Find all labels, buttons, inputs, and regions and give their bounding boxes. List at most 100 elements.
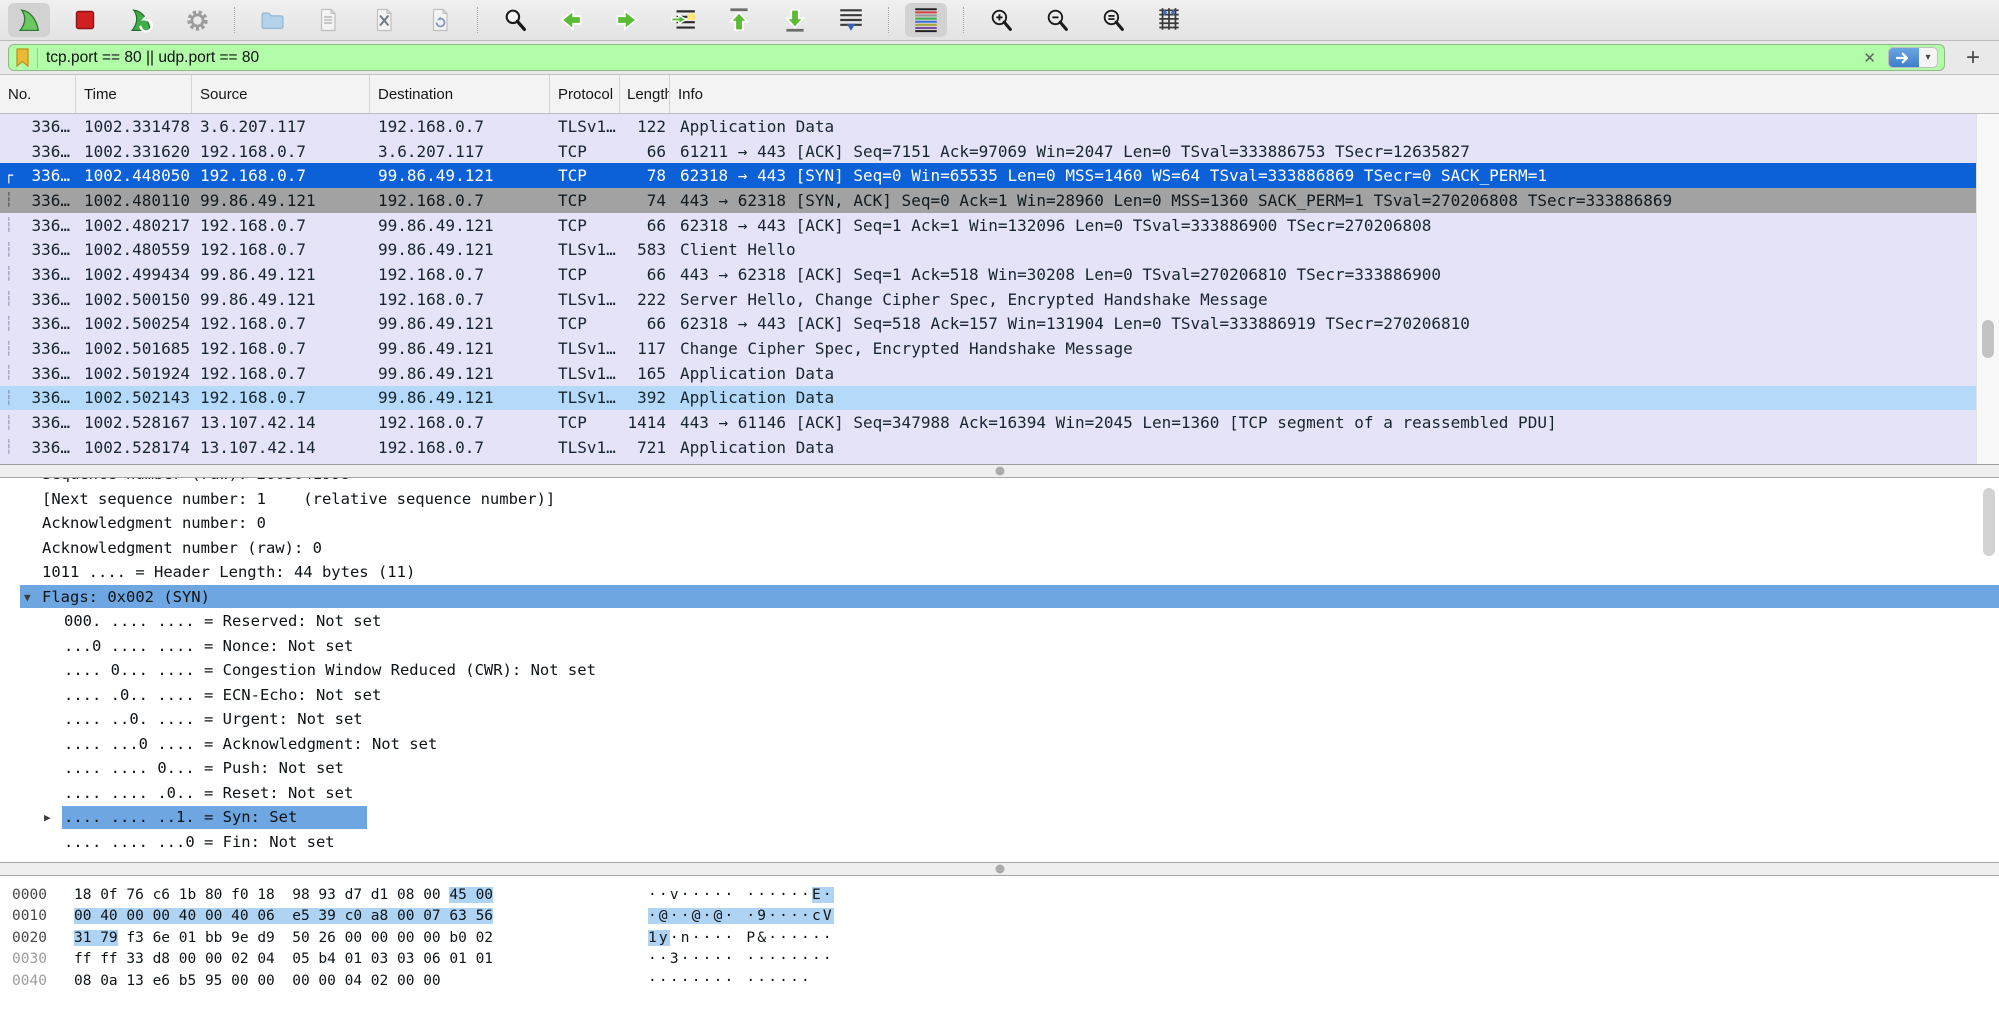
column-header-time[interactable]: Time (76, 75, 192, 113)
hex-row[interactable]: 000018 0f 76 c6 1b 80 f0 18 98 93 d7 d1 … (0, 884, 1999, 906)
packet-cell-dst: 99.86.49.121 (370, 216, 550, 235)
detail-row[interactable]: 000. .... .... = Reserved: Not set (0, 609, 1999, 634)
column-header-info[interactable]: Info (670, 75, 1999, 113)
detail-row[interactable]: ▶.... .... ..1. = Syn: Set (0, 805, 1999, 830)
packet-cell-len: 74 (620, 191, 670, 210)
packet-cell-len: 222 (620, 290, 670, 309)
column-header-destination[interactable]: Destination (370, 75, 550, 113)
packet-row[interactable]: ┆336…1002.502143192.168.0.799.86.49.121T… (0, 386, 1999, 411)
auto-scroll-button[interactable] (830, 3, 872, 37)
detail-row[interactable]: Sequence number (raw): 2605041998 (0, 478, 1999, 487)
hex-offset: 0040 (12, 973, 58, 989)
collapse-arrow-icon[interactable]: ▼ (24, 591, 31, 604)
capture-options-button[interactable] (176, 3, 218, 37)
packet-cell-dst: 192.168.0.7 (370, 265, 550, 284)
column-header-source[interactable]: Source (192, 75, 370, 113)
zoom-out-button[interactable] (1036, 3, 1078, 37)
packet-detail-pane: Sequence number (raw): 2605041998[Next s… (0, 478, 1999, 863)
packet-row[interactable]: ┆336…1002.52817413.107.42.14192.168.0.7T… (0, 435, 1999, 460)
packet-cell-no: 336… (18, 290, 76, 309)
close-capture-file-button[interactable] (363, 3, 405, 37)
save-capture-file-button[interactable] (307, 3, 349, 37)
filter-expression-text[interactable]: tcp.port == 80 || udp.port == 80 (46, 49, 1851, 67)
pane-splitter-bottom[interactable] (0, 863, 1999, 876)
packet-row[interactable]: ┆336…1002.50015099.86.49.121192.168.0.7T… (0, 287, 1999, 312)
packet-row[interactable]: ┆336…1002.480559192.168.0.799.86.49.121T… (0, 237, 1999, 262)
filter-bookmark-icon[interactable] (15, 48, 38, 68)
hex-row[interactable]: 001000 40 00 00 40 00 40 06 e5 39 c0 a8 … (0, 906, 1999, 928)
filter-dropdown-caret[interactable]: ▾ (1919, 52, 1937, 63)
packet-cell-src: 192.168.0.7 (192, 388, 370, 407)
go-previous-packet-button[interactable] (550, 3, 592, 37)
packet-cell-info: Application Data (670, 438, 1999, 457)
detail-row[interactable]: .... ...0 .... = Acknowledgment: Not set (0, 732, 1999, 757)
display-filter-input[interactable]: tcp.port == 80 || udp.port == 80 ✕ ▾ (8, 44, 1945, 71)
reload-file-icon (427, 7, 453, 33)
go-to-packet-button[interactable] (662, 3, 704, 37)
detail-row[interactable]: .... .0.. .... = ECN-Echo: Not set (0, 683, 1999, 708)
packet-row[interactable]: ┆336…1002.501685192.168.0.799.86.49.121T… (0, 336, 1999, 361)
column-header-protocol[interactable]: Protocol (550, 75, 620, 113)
wireshark-window: tcp.port == 80 || udp.port == 80 ✕ ▾ + N… (0, 0, 1999, 1018)
restart-capture-button[interactable] (120, 3, 162, 37)
hex-offset: 0020 (12, 930, 58, 946)
detail-row[interactable]: ▼Flags: 0x002 (SYN) (0, 585, 1999, 610)
packet-row[interactable]: ┆336…1002.52816713.107.42.14192.168.0.7T… (0, 410, 1999, 435)
hex-bytes: 31 79 f3 6e 01 bb 9e d9 50 26 00 00 00 0… (74, 930, 512, 946)
packet-row[interactable]: ┌336…1002.448050192.168.0.799.86.49.121T… (0, 163, 1999, 188)
detail-scrollbar-thumb[interactable] (1983, 488, 1995, 556)
reload-capture-file-button[interactable] (419, 3, 461, 37)
colorize-button[interactable] (905, 3, 947, 37)
pane-splitter-top[interactable] (0, 465, 1999, 478)
packet-row[interactable]: ┆336…1002.501924192.168.0.799.86.49.121T… (0, 361, 1999, 386)
hex-row[interactable]: 0030ff ff 33 d8 00 00 02 04 05 b4 01 03 … (0, 949, 1999, 971)
packet-row[interactable]: ┆336…1002.49943499.86.49.121192.168.0.7T… (0, 262, 1999, 287)
packet-row[interactable]: 336…1002.331620192.168.0.73.6.207.117TCP… (0, 139, 1999, 164)
packet-cell-src: 192.168.0.7 (192, 314, 370, 333)
packet-cell-len: 165 (620, 364, 670, 383)
detail-text: .... .... ...0 = Fin: Not set (62, 830, 341, 853)
start-capture-button[interactable] (8, 3, 50, 37)
hex-row[interactable]: 004008 0a 13 e6 b5 95 00 00 00 00 04 02 … (0, 970, 1999, 992)
packet-row[interactable]: ┆336…1002.48011099.86.49.121192.168.0.7T… (0, 188, 1999, 213)
go-next-packet-button[interactable] (606, 3, 648, 37)
column-header-no[interactable]: No. (0, 75, 76, 113)
packet-row[interactable]: ┆336…1002.500254192.168.0.799.86.49.121T… (0, 312, 1999, 337)
open-capture-file-button[interactable] (251, 3, 293, 37)
detail-row[interactable]: ...0 .... .... = Nonce: Not set (0, 634, 1999, 659)
detail-row[interactable]: 1011 .... = Header Length: 44 bytes (11) (0, 560, 1999, 585)
packet-cell-src: 99.86.49.121 (192, 191, 370, 210)
detail-row[interactable]: .... .... ...0 = Fin: Not set (0, 830, 1999, 855)
packet-cell-gutter: ┆ (0, 192, 18, 208)
zoom-reset-button[interactable] (1092, 3, 1134, 37)
packet-cell-gutter: ┆ (0, 365, 18, 381)
detail-row[interactable]: .... 0... .... = Congestion Window Reduc… (0, 658, 1999, 683)
hex-ascii: 1y·n···· P&······ (648, 930, 834, 946)
packet-cell-no: 336… (18, 216, 76, 235)
packet-row[interactable]: 336…1002.3314783.6.207.117192.168.0.7TLS… (0, 114, 1999, 139)
detail-row[interactable]: [Next sequence number: 1 (relative seque… (0, 487, 1999, 512)
detail-row[interactable]: Acknowledgment number: 0 (0, 511, 1999, 536)
detail-row[interactable]: Acknowledgment number (raw): 0 (0, 536, 1999, 561)
detail-row[interactable]: .... .... .0.. = Reset: Not set (0, 781, 1999, 806)
packet-cell-gutter: ┌ (0, 168, 18, 184)
packet-cell-gutter: ┆ (0, 341, 18, 357)
detail-row[interactable]: .... .... 0... = Push: Not set (0, 756, 1999, 781)
filter-add-button[interactable]: + (1957, 46, 1989, 70)
filter-clear-icon[interactable]: ✕ (1859, 49, 1880, 67)
packet-row[interactable]: ┆336…1002.480217192.168.0.799.86.49.121T… (0, 213, 1999, 238)
packet-list-scrollbar-thumb[interactable] (1982, 320, 1994, 358)
find-packet-button[interactable] (494, 3, 536, 37)
stop-capture-button[interactable] (64, 3, 106, 37)
zoom-in-button[interactable] (980, 3, 1022, 37)
column-header-length[interactable]: Length (620, 75, 670, 113)
hex-row[interactable]: 0020 31 79 f3 6e 01 bb 9e d9 50 26 00 00 … (0, 927, 1999, 949)
packet-list-scrollbar[interactable] (1976, 114, 1999, 464)
go-last-packet-button[interactable] (774, 3, 816, 37)
go-first-packet-button[interactable] (718, 3, 760, 37)
detail-row[interactable]: .... ..0. .... = Urgent: Not set (0, 707, 1999, 732)
resize-columns-button[interactable] (1148, 3, 1190, 37)
packet-cell-src: 99.86.49.121 (192, 265, 370, 284)
expand-arrow-icon[interactable]: ▶ (44, 811, 51, 824)
filter-apply-button[interactable] (1889, 48, 1919, 67)
